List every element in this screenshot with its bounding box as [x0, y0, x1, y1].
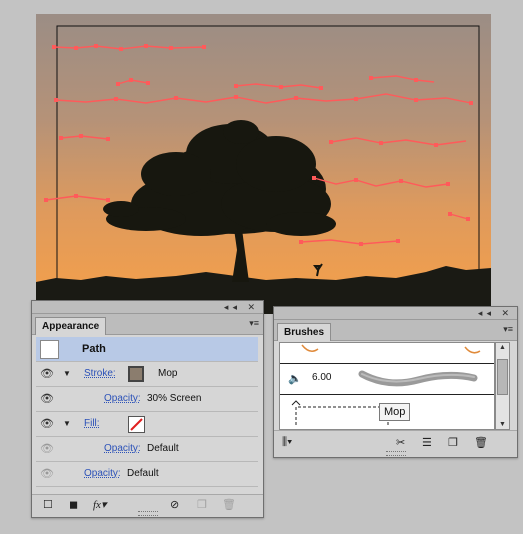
- visibility-eye-icon[interactable]: 👁: [36, 437, 58, 461]
- brush-item-mop-selected[interactable]: 🔈 6.00: [280, 363, 494, 395]
- appearance-panel: ◂◂ ✕ Appearance ▾≡ Path 👁 ▼ Stroke: Mop …: [31, 300, 264, 518]
- path-label: Path: [82, 343, 106, 355]
- speaker-pressure-icon: 🔈: [288, 373, 302, 385]
- brush-size-value: 6.00: [312, 372, 332, 383]
- scroll-down-arrow-icon[interactable]: ▼: [496, 421, 509, 428]
- brushes-bottom-bar: ⫼▾ ✂ ☰ ❐ 🗑: [274, 430, 517, 457]
- stroke-opacity-link[interactable]: Opacity:: [104, 387, 141, 411]
- brushes-tab-row: Brushes ▾≡: [274, 320, 517, 341]
- appearance-tab-row: Appearance ▾≡: [32, 314, 263, 335]
- appearance-attributes-list: Path 👁 ▼ Stroke: Mop 👁 Opacity: 30% Scre…: [36, 337, 258, 487]
- path-thumbnail: [40, 340, 59, 359]
- stroke-row[interactable]: 👁 ▼ Stroke: Mop: [36, 362, 258, 387]
- sunset-tree-artwork: [36, 14, 491, 314]
- visibility-eye-icon[interactable]: 👁: [36, 362, 58, 386]
- visibility-eye-icon[interactable]: 👁: [36, 462, 58, 486]
- clear-appearance-icon[interactable]: ⊘: [170, 498, 179, 511]
- tab-appearance[interactable]: Appearance: [35, 317, 107, 335]
- panel-menu-icon[interactable]: ▾≡: [503, 324, 513, 335]
- scroll-thumb[interactable]: [497, 359, 508, 395]
- fill-opacity-value: Default: [147, 443, 179, 454]
- expand-triangle-icon[interactable]: ▼: [63, 362, 71, 386]
- add-new-stroke-icon[interactable]: ☐: [43, 498, 53, 511]
- brushes-titlebar[interactable]: ◂◂ ✕: [274, 307, 517, 320]
- collapse-close-icons[interactable]: ◂◂ ✕: [478, 307, 513, 319]
- fill-opacity-link[interactable]: Opacity:: [104, 437, 141, 461]
- appearance-titlebar[interactable]: ◂◂ ✕: [32, 301, 263, 314]
- mop-brush-stroke-preview: [358, 370, 478, 387]
- resize-grip[interactable]: [137, 511, 158, 516]
- new-brush-icon[interactable]: ❐: [448, 436, 458, 449]
- fill-opacity-row[interactable]: 👁 Opacity: Default: [36, 437, 258, 462]
- fill-none-swatch-icon[interactable]: [128, 416, 145, 433]
- stroke-opacity-value: 30% Screen: [147, 393, 202, 404]
- brush-tooltip: Mop: [379, 403, 411, 421]
- add-new-fill-icon[interactable]: ◼: [69, 498, 78, 511]
- delete-brush-icon[interactable]: 🗑: [474, 436, 488, 449]
- panel-menu-icon[interactable]: ▾≡: [249, 318, 259, 329]
- path-row[interactable]: Path: [36, 337, 258, 362]
- delete-item-icon[interactable]: 🗑: [222, 498, 236, 511]
- fill-link[interactable]: Fill:: [84, 412, 100, 436]
- tab-brushes[interactable]: Brushes: [277, 323, 332, 341]
- fx-menu-icon[interactable]: fx▾: [93, 498, 106, 511]
- collapse-close-icons[interactable]: ◂◂ ✕: [224, 301, 259, 313]
- brush-libraries-menu-icon[interactable]: ⫼▾: [282, 436, 292, 449]
- remove-brush-stroke-icon[interactable]: ✂: [396, 436, 405, 449]
- stroke-opacity-row[interactable]: 👁 Opacity: 30% Screen: [36, 387, 258, 412]
- stroke-color-swatch[interactable]: [128, 366, 144, 382]
- visibility-eye-icon[interactable]: 👁: [36, 412, 58, 436]
- resize-grip[interactable]: [385, 451, 406, 456]
- opacity-row[interactable]: 👁 Opacity: Default: [36, 462, 258, 487]
- stroke-brush-name: Mop: [158, 368, 178, 379]
- stroke-link[interactable]: Stroke:: [84, 362, 116, 386]
- fill-row[interactable]: 👁 ▼ Fill:: [36, 412, 258, 437]
- brushes-panel: ◂◂ ✕ Brushes ▾≡ 🔈 6.00 ▲ ▼ ⫼▾ ✂ ☰ ❐ 🗑: [273, 306, 518, 458]
- visibility-eye-icon[interactable]: 👁: [36, 387, 58, 411]
- brush-options-icon[interactable]: ☰: [422, 436, 432, 449]
- appearance-bottom-bar: ☐ ◼ fx▾ ⊘ ❐ 🗑: [32, 494, 263, 517]
- brush-list-scrollbar[interactable]: ▲ ▼: [495, 342, 510, 430]
- expand-triangle-icon[interactable]: ▼: [63, 412, 71, 436]
- scroll-up-arrow-icon[interactable]: ▲: [496, 344, 509, 351]
- opacity-value: Default: [127, 468, 159, 479]
- duplicate-item-icon[interactable]: ❐: [197, 498, 207, 511]
- artboard-canvas[interactable]: [36, 14, 491, 314]
- opacity-link[interactable]: Opacity:: [84, 462, 121, 486]
- brush-item-calligraphic[interactable]: [280, 343, 494, 359]
